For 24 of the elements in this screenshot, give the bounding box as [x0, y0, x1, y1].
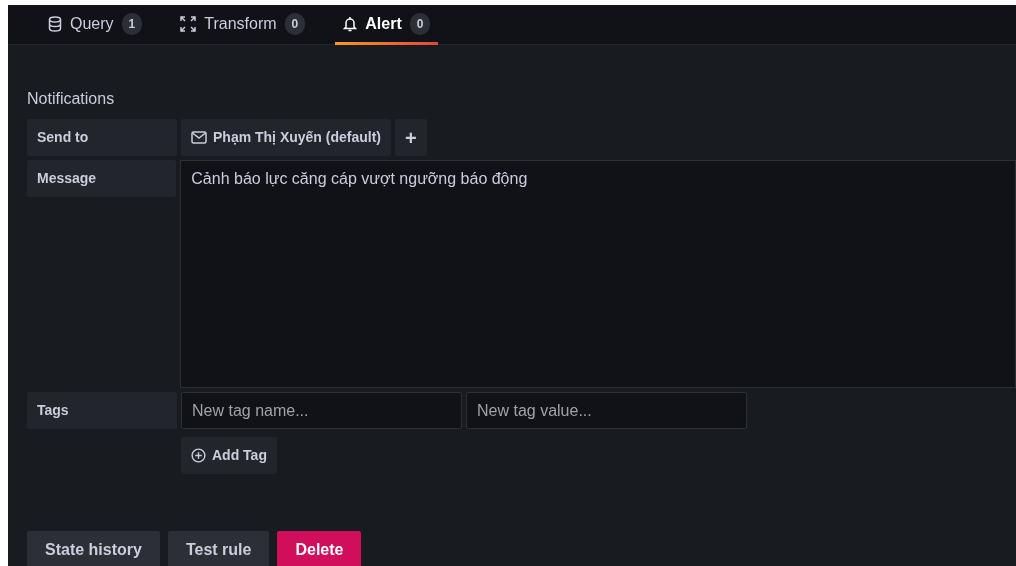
recipient-button[interactable]: Phạm Thị Xuyến (default): [181, 119, 391, 156]
plus-circle-icon: [191, 448, 206, 463]
count-badge: 0: [409, 12, 431, 35]
tab[interactable]: Query 1: [40, 5, 151, 45]
bell-icon: [343, 15, 358, 32]
action-button[interactable]: Delete: [277, 531, 362, 566]
input-field[interactable]: New tag value...: [466, 392, 747, 429]
add-tag-button[interactable]: Add Tag: [181, 437, 277, 474]
input-field[interactable]: New tag name...: [181, 392, 462, 429]
tab[interactable]: Alert 0: [335, 5, 439, 45]
message-field[interactable]: Cảnh báo lực căng cáp vượt ngưỡng báo động: [180, 160, 1016, 388]
field-label: Send to: [27, 119, 177, 156]
field-label: Message: [27, 160, 177, 197]
action-button[interactable]: Test rule: [167, 531, 270, 566]
action-button[interactable]: State history: [27, 531, 160, 566]
database-icon: [48, 15, 62, 32]
field-label: Tags: [27, 392, 177, 429]
count-badge: 1: [121, 12, 143, 35]
tab[interactable]: Transform 0: [172, 5, 314, 45]
count-badge: 0: [284, 12, 306, 35]
expand-arrows-icon: [180, 15, 197, 32]
section-title: Notifications: [27, 89, 116, 109]
add-button[interactable]: +: [395, 119, 427, 156]
envelope-icon: [191, 131, 207, 144]
